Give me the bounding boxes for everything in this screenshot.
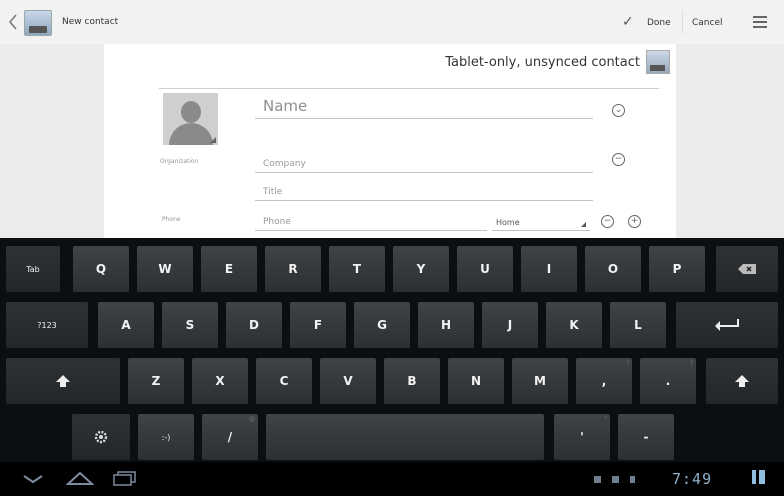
key-n[interactable]: N [448,358,504,404]
account-icon [646,50,670,74]
key-d[interactable]: D [226,302,282,348]
key-slash[interactable]: / @ [202,414,258,460]
key-tab[interactable]: Tab [6,246,60,292]
phone-field[interactable]: Phone [255,212,487,231]
key-i[interactable]: I [521,246,577,292]
cancel-button[interactable]: Cancel [692,18,723,28]
action-bar: New contact ✓ Done Cancel [0,0,784,44]
enter-key[interactable] [676,302,778,348]
key-s[interactable]: S [162,302,218,348]
phone-type-select[interactable]: Home [492,212,590,231]
key-b[interactable]: B [384,358,440,404]
exclamation-hint: ! [626,360,629,367]
key-p[interactable]: P [649,246,705,292]
gear-icon [94,430,108,444]
key-k[interactable]: K [546,302,602,348]
key-g[interactable]: G [354,302,410,348]
shift-key-left[interactable] [6,358,120,404]
remove-organization-icon[interactable]: − [612,153,625,166]
question-hint: ? [689,360,693,367]
key-f[interactable]: F [290,302,346,348]
battery-icon [759,470,765,484]
account-header[interactable]: Tablet-only, unsynced contact [445,50,670,74]
apostrophe-label: ' [580,430,584,444]
wifi-icon [752,470,756,484]
title-field[interactable]: Title [255,182,593,201]
contacts-app-icon[interactable] [24,10,52,36]
done-button[interactable]: Done [647,18,671,28]
key-symbols[interactable]: ?123 [6,302,88,348]
expand-name-icon[interactable]: ⌄ [612,104,625,117]
home-icon[interactable] [66,470,94,486]
key-y[interactable]: Y [393,246,449,292]
key-q[interactable]: Q [73,246,129,292]
key-e[interactable]: E [201,246,257,292]
dropdown-triangle-icon [581,222,586,227]
system-bar [0,462,784,496]
key-o[interactable]: O [585,246,641,292]
settings-key[interactable] [72,414,130,460]
at-hint: @ [249,416,255,423]
action-divider [682,10,683,34]
person-silhouette-icon [181,101,201,123]
phone-label: Phone [162,216,181,223]
checkmark-icon[interactable]: ✓ [622,14,634,30]
overflow-menu-icon[interactable] [753,16,767,28]
key-period[interactable]: .? [640,358,696,404]
screen-title: New contact [62,17,119,27]
quote-hint: " [604,416,607,423]
backspace-key[interactable] [716,246,778,292]
add-phone-icon[interactable]: + [628,215,641,228]
key-x[interactable]: X [192,358,248,404]
key-apostrophe[interactable]: ' " [554,414,610,460]
name-field[interactable]: Name [255,97,593,119]
company-field[interactable]: Company [255,154,593,173]
slash-label: / [227,430,233,444]
hide-keyboard-icon[interactable] [22,473,44,485]
name-placeholder: Name [263,97,308,115]
recent-apps-icon[interactable] [112,470,138,486]
key-m[interactable]: M [512,358,568,404]
enter-icon [715,319,739,331]
period-label: . [665,374,671,388]
clock: 7:49 [672,470,713,488]
organization-label: Organization [160,158,199,165]
sync-icon [630,476,635,483]
company-placeholder: Company [263,159,306,169]
key-a[interactable]: A [98,302,154,348]
key-t[interactable]: T [329,246,385,292]
soft-keyboard: Tab Q W E R T Y U I O P ?123 A S D F G H… [0,238,784,462]
back-chevron-icon[interactable] [8,13,18,31]
key-h[interactable]: H [418,302,474,348]
account-divider [159,88,659,89]
contact-photo[interactable] [163,93,218,145]
shift-icon [56,375,70,387]
phone-placeholder: Phone [263,217,291,227]
notification-icon [612,476,619,483]
account-label: Tablet-only, unsynced contact [445,54,640,70]
title-placeholder: Title [263,187,283,197]
key-u[interactable]: U [457,246,513,292]
key-comma[interactable]: ,! [576,358,632,404]
phone-type-value: Home [496,218,520,227]
key-z[interactable]: Z [128,358,184,404]
key-c[interactable]: C [256,358,312,404]
key-v[interactable]: V [320,358,376,404]
space-bar[interactable] [266,414,544,460]
key-j[interactable]: J [482,302,538,348]
remove-phone-icon[interactable]: − [601,215,614,228]
shift-key-right[interactable] [706,358,778,404]
contact-form: Tablet-only, unsynced contact Name ⌄ Org… [104,44,676,238]
key-l[interactable]: L [610,302,666,348]
shift-icon [735,375,749,387]
comma-label: , [601,374,607,388]
smiley-key[interactable]: :-) [138,414,194,460]
backspace-icon [738,264,756,274]
key-hyphen[interactable]: - [618,414,674,460]
usb-icon [594,476,601,483]
key-r[interactable]: R [265,246,321,292]
key-w[interactable]: W [137,246,193,292]
